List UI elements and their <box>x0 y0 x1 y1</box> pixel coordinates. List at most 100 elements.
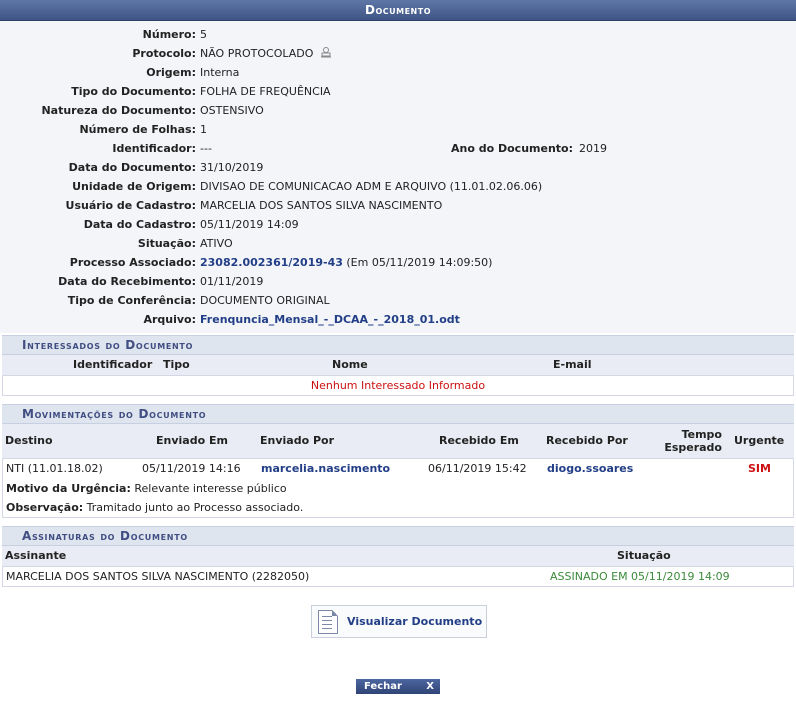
col-situacao: Situação <box>617 549 671 562</box>
usuario-label: Usuário de Cadastro: <box>65 199 196 212</box>
natureza-label: Natureza do Documento: <box>41 104 196 117</box>
processo-link[interactable]: 23082.002361/2019-43 <box>200 256 343 269</box>
mov-enviado-em: 05/11/2019 14:16 <box>142 462 241 475</box>
fechar-button[interactable]: Fechar X <box>356 679 440 694</box>
col-urgente: Urgente <box>734 434 785 447</box>
col-enviado-por: Enviado Por <box>260 434 335 447</box>
col-enviado-em: Enviado Em <box>156 434 228 447</box>
motivo-label: Motivo da Urgência: <box>6 482 131 495</box>
motivo-row: Motivo da Urgência: Relevante interesse … <box>3 479 793 498</box>
row-folhas: Número de Folhas: 1 <box>0 120 796 139</box>
numero-label: Número: <box>142 28 196 41</box>
row-data-rec: Data do Recebimento: 01/11/2019 <box>0 272 796 291</box>
row-tipo: Tipo do Documento: FOLHA DE FREQUÊNCIA <box>0 82 796 101</box>
document-details: Número: 5 Protocolo: NÃO PROTOCOLADO Ori… <box>0 21 796 333</box>
movimentacoes-header: Destino Enviado Em Enviado Por Recebido … <box>2 424 794 458</box>
mov-urgente: SIM <box>748 462 771 475</box>
row-data-doc: Data do Documento: 31/10/2019 <box>0 158 796 177</box>
usuario-value: MARCELIA DOS SANTOS SILVA NASCIMENTO <box>200 199 443 212</box>
processo-label: Processo Associado: <box>69 256 196 269</box>
data-cad-value: 05/11/2019 14:09 <box>200 218 299 231</box>
mov-enviado-por-link[interactable]: marcelia.nascimento <box>261 459 390 479</box>
unidade-value: DIVISAO DE COMUNICACAO ADM E ARQUIVO (11… <box>200 180 543 193</box>
assinaturas-header: Assinante Situação <box>2 546 794 566</box>
col-destino: Destino <box>5 434 53 447</box>
arquivo-label: Arquivo: <box>143 313 196 326</box>
row-processo: Processo Associado: 23082.002361/2019-43… <box>0 253 796 272</box>
observacao-row: Observação: Tramitado junto ao Processo … <box>3 498 793 517</box>
origem-value: Interna <box>200 66 240 79</box>
situacao-label: Situação: <box>137 237 196 250</box>
protocolo-label: Protocolo: <box>132 47 196 60</box>
row-origem: Origem: Interna <box>0 63 796 82</box>
data-cad-label: Data do Cadastro: <box>83 218 196 231</box>
observacao-label: Observação: <box>6 501 84 514</box>
unidade-label: Unidade de Origem: <box>72 180 196 193</box>
mov-recebido-por-link[interactable]: diogo.ssoares <box>547 459 633 479</box>
protocolo-value: NÃO PROTOCOLADO <box>200 47 314 60</box>
origem-label: Origem: <box>146 66 196 79</box>
movimentacao-row: NTI (11.01.18.02) 05/11/2019 14:16 marce… <box>3 459 793 479</box>
visualizar-documento-label: Visualizar Documento <box>347 615 483 628</box>
movimentacoes-title: Movimentações do Documento <box>2 404 794 424</box>
identificador-label: Identificador: <box>112 142 196 155</box>
folhas-value: 1 <box>200 123 207 136</box>
col-nome: Nome <box>332 358 368 371</box>
col-recebido-por: Recebido Por <box>546 434 628 447</box>
row-unidade: Unidade de Origem: DIVISAO DE COMUNICACA… <box>0 177 796 196</box>
row-situacao: Situação: ATIVO <box>0 234 796 253</box>
col-recebido-em: Recebido Em <box>439 434 519 447</box>
processo-suffix: (Em 05/11/2019 14:09:50) <box>346 256 493 269</box>
observacao-value: Tramitado junto ao Processo associado. <box>86 501 304 514</box>
conferencia-value: DOCUMENTO ORIGINAL <box>200 294 330 307</box>
processo-wrap: 23082.002361/2019-43 (Em 05/11/2019 14:0… <box>200 253 492 272</box>
col-assinante: Assinante <box>5 549 67 562</box>
data-rec-value: 01/11/2019 <box>200 275 264 288</box>
interessados-header: Identificador Tipo Nome E-mail <box>2 355 794 375</box>
fechar-label: Fechar <box>364 681 402 692</box>
col-tempo-esperado: Tempo Esperado <box>662 428 722 454</box>
document-panel: Documento Número: 5 Protocolo: NÃO PROTO… <box>0 0 796 587</box>
col-tempo-line2: Esperado <box>664 441 722 454</box>
interessados-empty: Nenhum Interessado Informado <box>310 379 486 392</box>
natureza-value: OSTENSIVO <box>200 104 264 117</box>
col-email: E-mail <box>553 358 592 371</box>
assinaturas-title: Assinaturas do Documento <box>2 526 794 546</box>
arquivo-link[interactable]: Frenquncia_Mensal_-_DCAA_-_2018_01.odt <box>200 313 460 326</box>
movimentacoes-section: Movimentações do Documento Destino Envia… <box>2 404 794 518</box>
motivo-wrap: Motivo da Urgência: Relevante interesse … <box>6 479 287 498</box>
mov-recebido-em: 06/11/2019 15:42 <box>428 462 527 475</box>
observacao-wrap: Observação: Tramitado junto ao Processo … <box>6 498 303 517</box>
row-identificador: Identificador: --- Ano do Documento: 201… <box>0 139 796 158</box>
assinatura-row: MARCELIA DOS SANTOS SILVA NASCIMENTO (22… <box>2 566 794 587</box>
movimentacoes-body: NTI (11.01.18.02) 05/11/2019 14:16 marce… <box>2 458 794 518</box>
protocol-stamp-icon[interactable] <box>320 45 331 58</box>
ano-value: 2019 <box>579 142 607 155</box>
ano-label: Ano do Documento: <box>451 142 573 155</box>
col-tipo: Tipo <box>163 358 190 371</box>
numero-value: 5 <box>200 28 207 41</box>
data-doc-label: Data do Documento: <box>68 161 196 174</box>
conferencia-label: Tipo de Conferência: <box>67 294 196 307</box>
identificador-value: --- <box>200 142 212 155</box>
col-identificador: Identificador <box>73 358 153 371</box>
col-tempo-line1: Tempo <box>681 428 722 441</box>
row-natureza: Natureza do Documento: OSTENSIVO <box>0 101 796 120</box>
motivo-value: Relevante interesse público <box>134 482 287 495</box>
interessados-section: Interessados do Documento Identificador … <box>2 335 794 396</box>
interessados-title: Interessados do Documento <box>2 335 794 355</box>
tipo-value: FOLHA DE FREQUÊNCIA <box>200 85 331 98</box>
assinaturas-section: Assinaturas do Documento Assinante Situa… <box>2 526 794 587</box>
data-doc-value: 31/10/2019 <box>200 161 264 174</box>
mov-destino: NTI (11.01.18.02) <box>6 462 103 475</box>
situacao-value: ATIVO <box>200 237 233 250</box>
interessados-empty-row: Nenhum Interessado Informado <box>2 375 794 396</box>
tipo-label: Tipo do Documento: <box>71 85 196 98</box>
visualizar-documento-button[interactable]: Visualizar Documento <box>311 605 487 638</box>
row-data-cad: Data do Cadastro: 05/11/2019 14:09 <box>0 215 796 234</box>
data-rec-label: Data do Recebimento: <box>58 275 196 288</box>
folhas-label: Número de Folhas: <box>79 123 196 136</box>
row-numero: Número: 5 <box>0 25 796 44</box>
assinatura-situacao: ASSINADO EM 05/11/2019 14:09 <box>550 570 730 583</box>
row-protocolo: Protocolo: NÃO PROTOCOLADO <box>0 44 796 63</box>
